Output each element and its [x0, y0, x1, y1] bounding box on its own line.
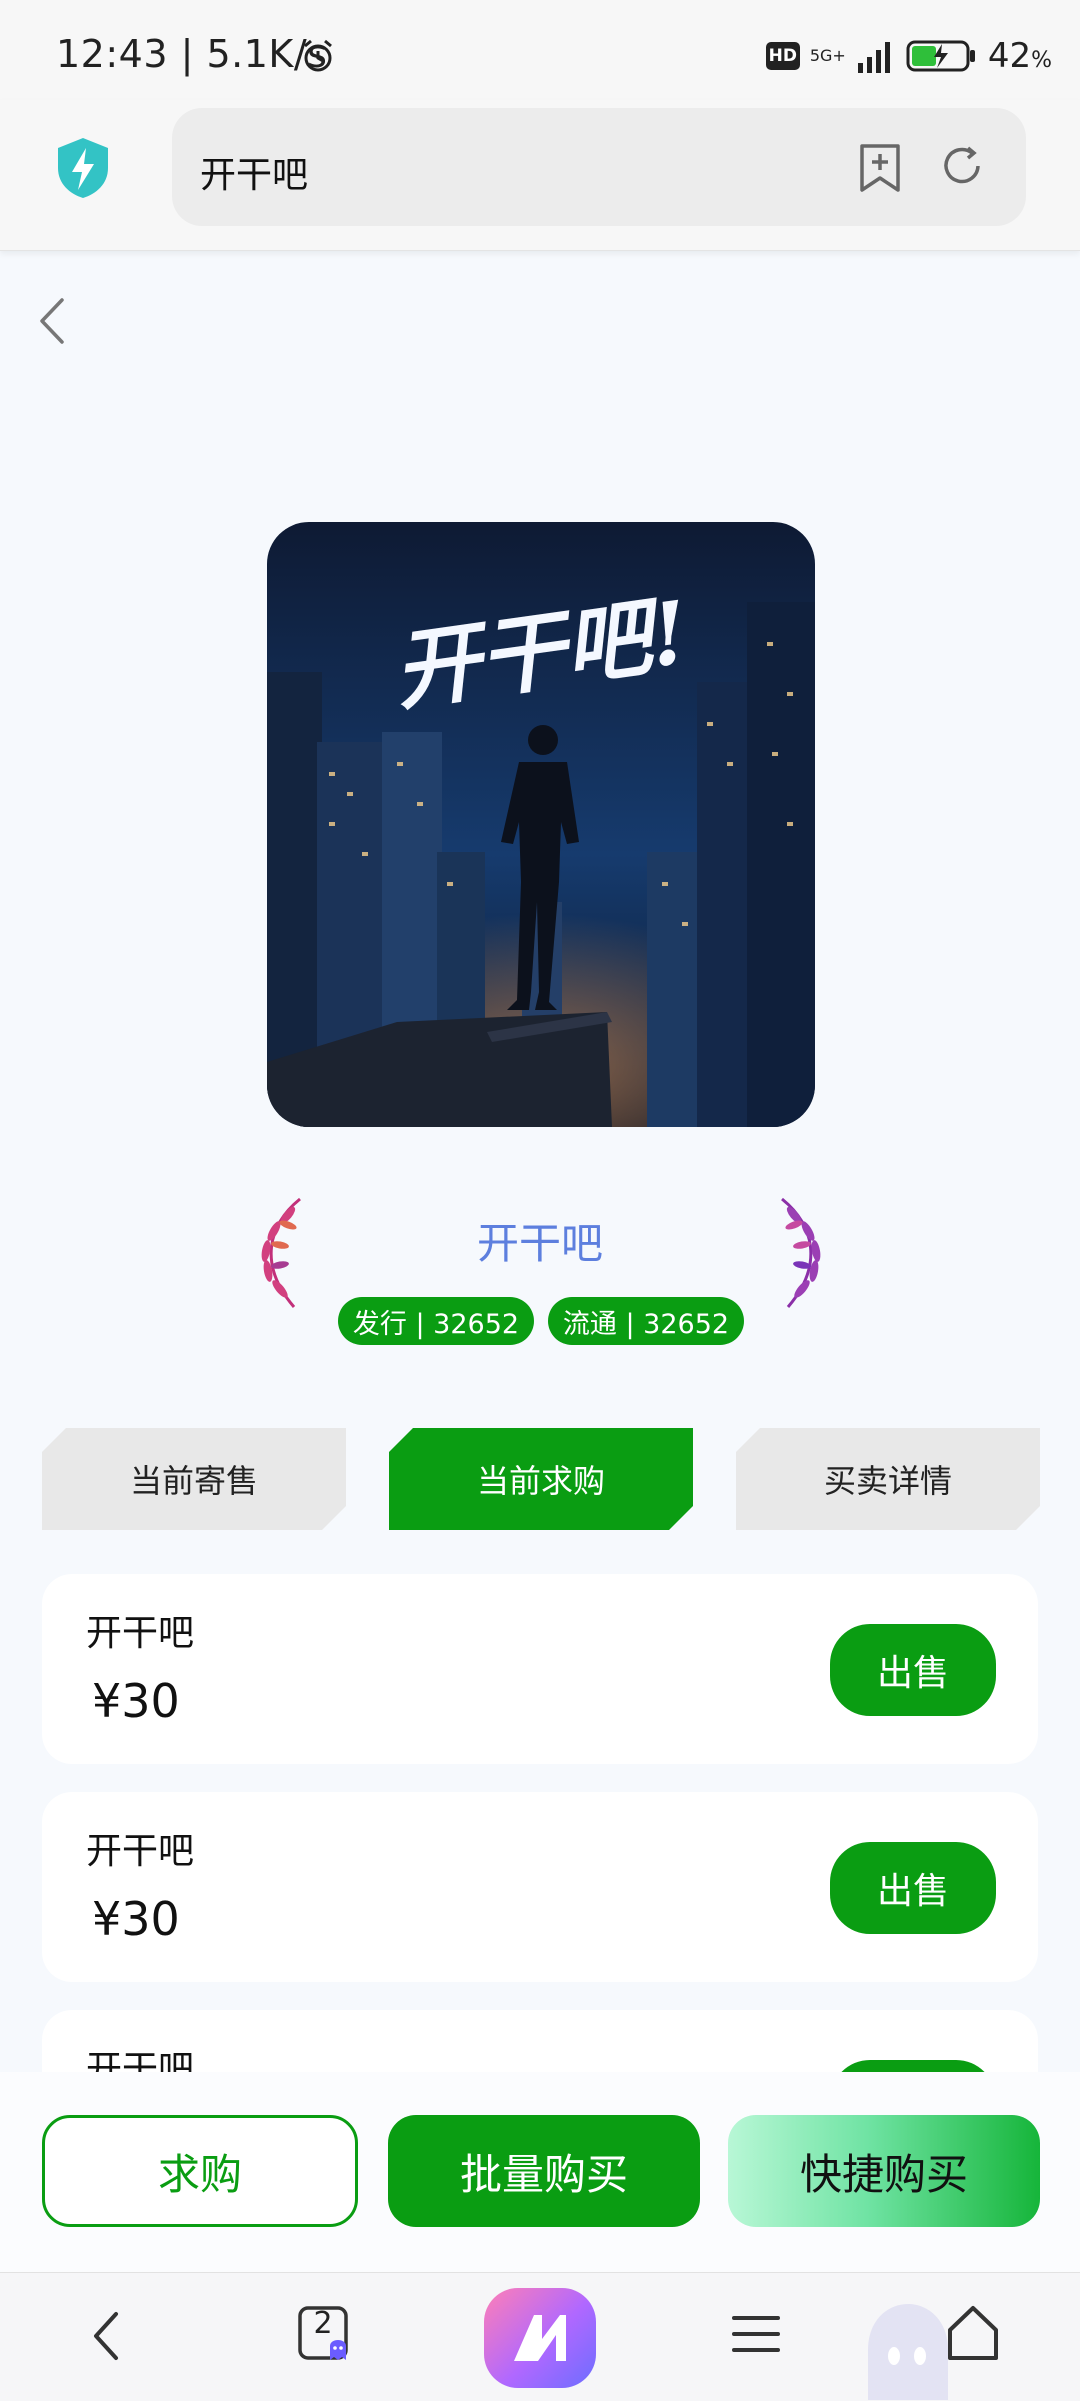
- battery-unit: %: [1031, 48, 1052, 73]
- list-item: 开干吧 ¥30 出售: [42, 1574, 1038, 1764]
- issue-count-badge: 发行 | 32652: [338, 1297, 534, 1345]
- security-shield-icon[interactable]: [54, 136, 112, 200]
- status-time: 12:43 | 5.1K/s: [56, 32, 328, 76]
- bulk-buy-button[interactable]: 批量购买: [388, 2115, 700, 2227]
- ai-assistant-icon: [514, 2315, 566, 2361]
- listing-price: ¥30: [92, 1892, 180, 1946]
- back-icon[interactable]: [34, 296, 70, 346]
- listing-name: 开干吧: [86, 1613, 195, 1654]
- address-bar-text[interactable]: 开干吧: [200, 146, 308, 198]
- hd-badge: HD: [765, 42, 800, 70]
- sell-button[interactable]: 出售: [830, 1842, 996, 1934]
- ai-assistant-button[interactable]: [484, 2288, 596, 2388]
- listing-name: 开干吧: [86, 1831, 195, 1872]
- home-icon[interactable]: [944, 2304, 1002, 2364]
- circulation-count-badge: 流通 | 32652: [548, 1297, 744, 1345]
- tab-current-consignment[interactable]: 当前寄售: [42, 1428, 346, 1530]
- alarm-icon: [304, 39, 332, 72]
- tab-current-buy-requests[interactable]: 当前求购: [389, 1428, 693, 1530]
- battery-level: 42%: [988, 36, 1052, 76]
- reload-icon[interactable]: [938, 142, 986, 190]
- item-title: 开干吧: [476, 1219, 603, 1268]
- status-indicators: HD 5G+ 42%: [765, 36, 1052, 76]
- listing-price: ¥30: [92, 1674, 180, 1728]
- battery-percent: 42: [987, 36, 1032, 76]
- collectible-cover-image: 开干吧!: [267, 522, 815, 1127]
- signal-icon: [857, 42, 890, 73]
- tab-trade-details[interactable]: 买卖详情: [736, 1428, 1040, 1530]
- add-bookmark-icon[interactable]: [856, 142, 904, 194]
- list-item: 开干吧 ¥30 出售: [42, 1792, 1038, 1982]
- want-to-buy-button[interactable]: 求购: [42, 2115, 358, 2227]
- nav-back-icon[interactable]: [88, 2308, 124, 2364]
- tab-count: 2: [313, 2306, 333, 2341]
- ghost-mascot-icon: [868, 2304, 948, 2400]
- battery-icon: [906, 40, 975, 72]
- quick-buy-button[interactable]: 快捷购买: [728, 2115, 1040, 2227]
- sell-button[interactable]: 出售: [830, 1624, 996, 1716]
- menu-icon[interactable]: [730, 2310, 782, 2358]
- network-type: 5G+: [809, 46, 846, 65]
